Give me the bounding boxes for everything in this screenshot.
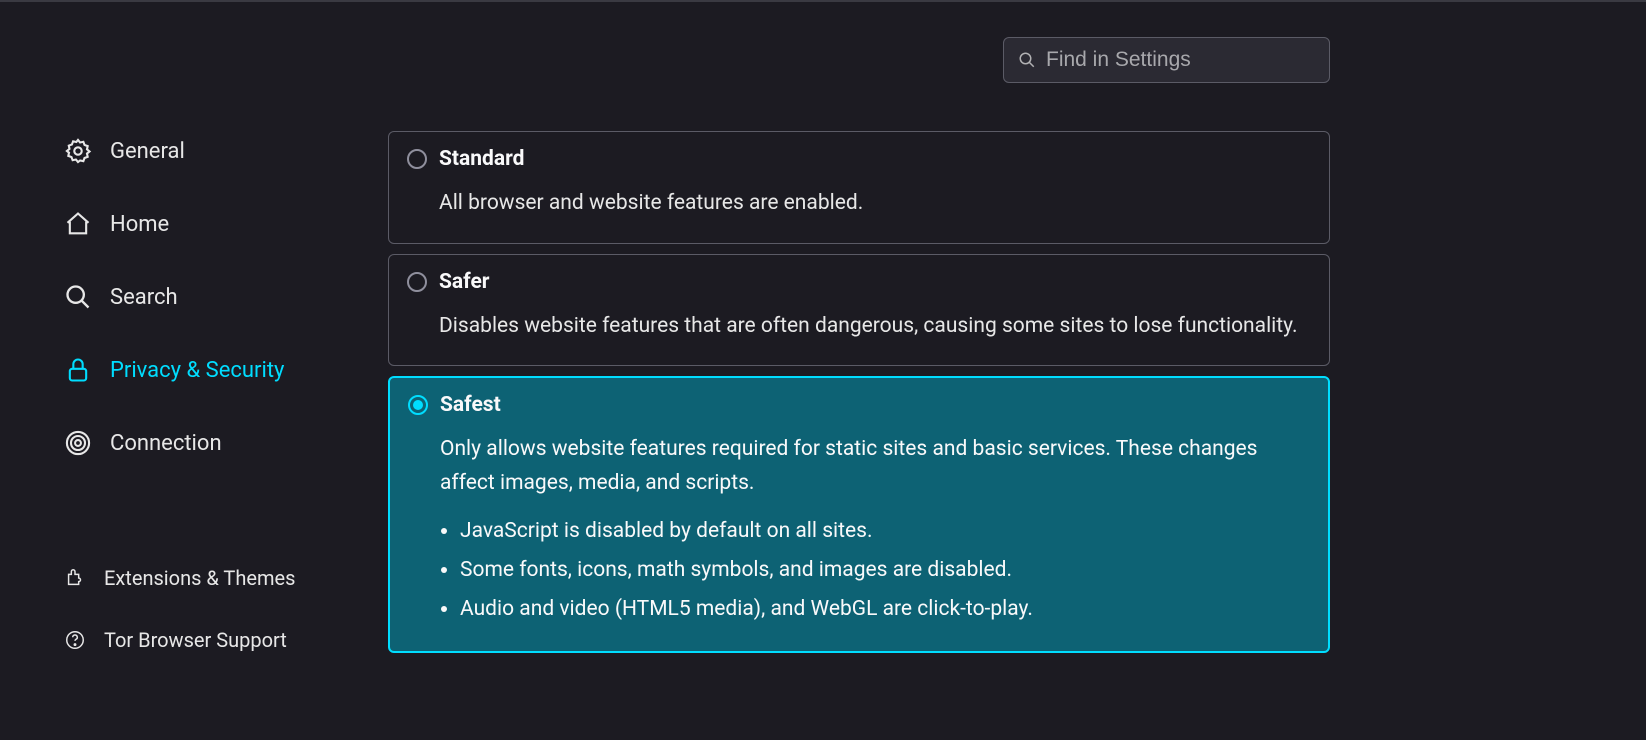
- option-bullet: Audio and video (HTML5 media), and WebGL…: [460, 590, 1310, 629]
- security-option-safer[interactable]: Safer Disables website features that are…: [388, 254, 1330, 367]
- connection-icon: [64, 429, 92, 457]
- sidebar-item-label: Extensions & Themes: [104, 566, 295, 590]
- search-icon: [64, 283, 92, 311]
- option-bullet: Some fonts, icons, math symbols, and ima…: [460, 551, 1310, 590]
- search-settings-box[interactable]: [1003, 37, 1330, 83]
- home-icon: [64, 210, 92, 238]
- sidebar-item-extensions[interactable]: Extensions & Themes: [64, 556, 388, 600]
- sidebar-item-label: Search: [110, 285, 178, 310]
- option-desc: Only allows website features required fo…: [440, 433, 1310, 500]
- option-bullet: JavaScript is disabled by default on all…: [460, 512, 1310, 551]
- radio-safest[interactable]: [408, 395, 428, 415]
- security-option-safest[interactable]: Safest Only allows website features requ…: [388, 376, 1330, 653]
- puzzle-icon: [64, 567, 86, 589]
- sidebar-item-general[interactable]: General: [64, 127, 388, 175]
- option-desc: All browser and website features are ena…: [439, 187, 1311, 221]
- sidebar-item-home[interactable]: Home: [64, 200, 388, 248]
- sidebar-item-label: Privacy & Security: [110, 358, 284, 383]
- sidebar-item-label: Tor Browser Support: [104, 628, 287, 652]
- option-title: Safest: [440, 393, 501, 417]
- security-option-standard[interactable]: Standard All browser and website feature…: [388, 131, 1330, 244]
- sidebar-item-search[interactable]: Search: [64, 273, 388, 321]
- radio-safer[interactable]: [407, 272, 427, 292]
- option-desc: Disables website features that are often…: [439, 310, 1311, 344]
- sidebar-item-label: General: [110, 139, 185, 164]
- radio-standard[interactable]: [407, 149, 427, 169]
- search-icon: [1018, 51, 1036, 69]
- sidebar-item-label: Connection: [110, 431, 222, 456]
- sidebar-item-support[interactable]: Tor Browser Support: [64, 618, 388, 662]
- sidebar-item-privacy-security[interactable]: Privacy & Security: [64, 346, 388, 394]
- sidebar-item-connection[interactable]: Connection: [64, 419, 388, 467]
- gear-icon: [64, 137, 92, 165]
- search-input[interactable]: [1046, 48, 1315, 72]
- option-title: Safer: [439, 270, 489, 294]
- lock-icon: [64, 356, 92, 384]
- help-icon: [64, 629, 86, 651]
- sidebar: General Home Search: [0, 2, 388, 740]
- option-bullet-list: JavaScript is disabled by default on all…: [460, 512, 1310, 629]
- option-title: Standard: [439, 147, 524, 171]
- sidebar-item-label: Home: [110, 212, 169, 237]
